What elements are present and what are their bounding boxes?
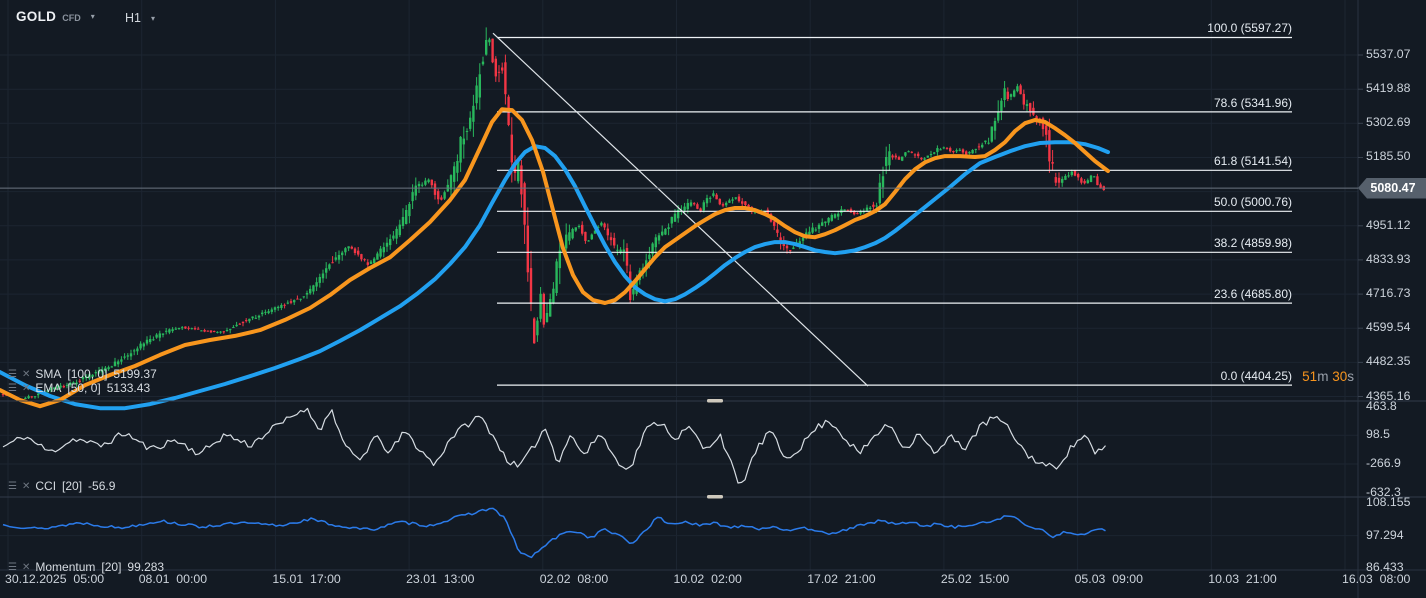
grid-lines (0, 0, 1358, 570)
cci-params: [20] (62, 479, 83, 493)
menu-icon[interactable]: ☰ (8, 562, 17, 573)
countdown-minutes: 51 (1302, 369, 1318, 385)
price-scale[interactable] (1359, 0, 1426, 598)
close-icon[interactable]: ✕ (22, 481, 30, 492)
chevron-down-icon: ▾ (90, 12, 95, 21)
time-scale[interactable] (0, 571, 1426, 598)
timeframe-label: H1 (125, 11, 141, 25)
countdown-seconds: 30 (1332, 369, 1348, 385)
trendline (492, 32, 869, 387)
momentum-value: 99.283 (127, 560, 165, 574)
panel-resize-handle[interactable] (707, 495, 723, 499)
candle-countdown-timer: 51m 30s (1302, 369, 1354, 384)
cci-value: -56.9 (88, 479, 116, 493)
countdown-minutes-unit: m (1317, 369, 1329, 385)
current-price-tag: 5080.47 (1358, 177, 1426, 199)
indicator-legend-momentum[interactable]: ☰ ✕ Momentum [20] 99.283 (8, 560, 170, 574)
momentum-name: Momentum (35, 560, 96, 574)
countdown-seconds-unit: s (1347, 369, 1354, 385)
menu-icon[interactable]: ☰ (8, 481, 17, 492)
symbol-selector[interactable]: GOLD CFD ▾ (16, 9, 95, 24)
timeframe-selector[interactable]: H1 ▾ (125, 11, 155, 25)
symbol-name: GOLD (16, 9, 57, 24)
ema-name: EMA (35, 381, 62, 395)
sma-value: 5199.37 (113, 367, 157, 381)
instrument-type-badge: CFD (62, 12, 81, 23)
indicator-legend-cci[interactable]: ☰ ✕ CCI [20] -56.9 (8, 479, 121, 493)
indicator-legend-ema[interactable]: ☰ ✕ EMA [50, 0] 5133.43 (8, 381, 156, 395)
sma-line (0, 140, 1110, 411)
momentum-line (2, 507, 1106, 559)
trading-chart-window: 5537.07 5419.88 5302.69 5185.50 4951.12 4833.… (0, 0, 1426, 598)
close-icon[interactable]: ✕ (22, 562, 30, 573)
menu-icon[interactable]: ☰ (8, 369, 17, 380)
close-icon[interactable]: ✕ (22, 369, 30, 380)
cci-line (2, 407, 1106, 484)
close-icon[interactable]: ✕ (22, 383, 30, 394)
indicator-legend-sma[interactable]: ☰ ✕ SMA [100, 0] 5199.37 (8, 367, 163, 381)
menu-icon[interactable]: ☰ (8, 383, 17, 394)
sma-name: SMA (35, 367, 62, 381)
chart-canvas[interactable] (0, 0, 1426, 598)
ema-params: [50, 0] (67, 381, 101, 395)
momentum-params: [20] (101, 560, 122, 574)
chevron-down-icon: ▾ (150, 13, 155, 23)
cci-name: CCI (35, 479, 57, 493)
sma-params: [100, 0] (67, 367, 108, 381)
ema-value: 5133.43 (106, 381, 151, 395)
moving-averages (0, 107, 1110, 411)
panel-resize-handle[interactable] (707, 399, 723, 403)
